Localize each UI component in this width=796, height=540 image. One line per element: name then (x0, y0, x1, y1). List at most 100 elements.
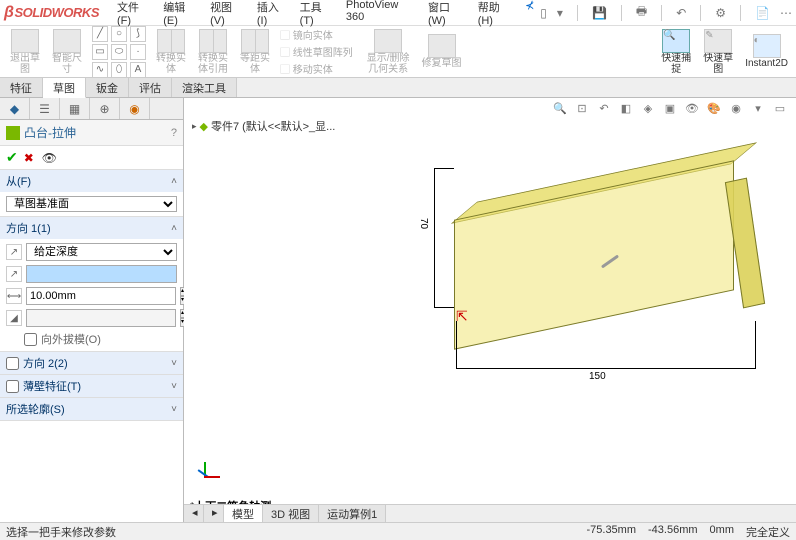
direction-vector-icon[interactable]: ↗ (6, 266, 22, 282)
breadcrumb[interactable]: ▸ ◆ 零件7 (默认<<默认>_显... (192, 118, 335, 134)
slot-icon[interactable]: ⬭ (111, 44, 127, 60)
display-style-icon[interactable]: ▣ (662, 100, 678, 116)
zoom-fit-icon[interactable]: 🔍 (552, 100, 568, 116)
tab-scroll-left-icon[interactable]: ◂ (184, 505, 204, 522)
tab-features[interactable]: 特征 (0, 78, 43, 97)
pm-tab-display-icon[interactable]: ▦ (60, 98, 90, 119)
dimension-vertical[interactable] (434, 168, 435, 308)
distance-icon[interactable]: ⟷ (6, 288, 22, 304)
menu-insert[interactable]: 插入(I) (257, 0, 288, 27)
part-name[interactable]: 零件7 (211, 118, 239, 134)
more-icon[interactable]: ⋯ (780, 6, 792, 20)
appearance-icon[interactable]: 🎨 (706, 100, 722, 116)
rebuild-icon[interactable]: 📄 (755, 6, 770, 20)
menu-pin-icon[interactable]: ⊀ (525, 0, 534, 27)
tab-sheetmetal[interactable]: 钣金 (86, 78, 129, 97)
draft-outward-label: 向外拔模(O) (41, 331, 101, 347)
pm-thin-header[interactable]: 薄壁特征(T)˅ (0, 375, 183, 397)
reverse-direction-icon[interactable]: ↗ (6, 244, 22, 260)
dir1-type-select[interactable]: 给定深度 (26, 243, 177, 261)
tab-motion[interactable]: 运动算例1 (319, 505, 386, 522)
menu-help[interactable]: 帮助(H) (478, 0, 513, 27)
ribbon-quick-sketch[interactable]: ✎ 快速草图 (703, 29, 733, 75)
ok-button[interactable]: ✔ (6, 149, 18, 166)
new-icon[interactable]: ▯ (540, 6, 547, 20)
dir1-distance-input[interactable] (26, 287, 176, 305)
zoom-area-icon[interactable]: ⊡ (574, 100, 590, 116)
from-select[interactable]: 草图基准面 (6, 196, 177, 212)
orientation-triad[interactable] (192, 462, 222, 492)
ribbon-mirror[interactable]: 镜向实体 (280, 27, 353, 42)
menu-file[interactable]: 文件(F) (117, 0, 151, 27)
menu-view[interactable]: 视图(V) (210, 0, 245, 27)
ribbon-offset[interactable]: 等距实体 (240, 29, 270, 75)
pm-tab-appearance-icon[interactable]: ⊕ (90, 98, 120, 119)
pm-tab-config-icon[interactable]: ☰ (30, 98, 60, 119)
tab-scroll-right-icon[interactable]: ▸ (204, 505, 224, 522)
thin-enable-checkbox[interactable] (6, 380, 19, 393)
dir1-depth-input[interactable] (26, 265, 177, 283)
ribbon-quick-snap[interactable]: 🔍 快速捕捉 (661, 29, 691, 75)
menu-photoview[interactable]: PhotoView 360 (346, 0, 416, 27)
rect-icon[interactable]: ▭ (92, 44, 108, 60)
prev-view-icon[interactable]: ↶ (596, 100, 612, 116)
ribbon-instant2d[interactable]: ◐ Instant2D (745, 34, 788, 69)
tab-3dview[interactable]: 3D 视图 (263, 505, 319, 522)
tab-evaluate[interactable]: 评估 (129, 78, 172, 97)
cancel-button[interactable]: ✖ (24, 151, 34, 165)
tab-model[interactable]: 模型 (224, 505, 263, 522)
help-icon[interactable]: ? (171, 127, 177, 139)
dim-height-value[interactable]: 70 (418, 218, 429, 229)
ribbon-convert1[interactable]: 转换实体 (156, 29, 186, 75)
expand-icon[interactable]: ▸ (192, 121, 197, 132)
pm-from-header[interactable]: 从(F)˄ (0, 170, 183, 192)
text-icon[interactable]: A (130, 62, 146, 78)
print-icon[interactable]: 🖶 (636, 2, 647, 23)
ribbon-pattern[interactable]: 线性草图阵列 (280, 44, 353, 59)
view-settings-icon[interactable]: ▾ (750, 100, 766, 116)
open-icon[interactable]: ▾ (557, 6, 563, 20)
draft-angle-input[interactable] (26, 309, 176, 327)
tab-render[interactable]: 渲染工具 (172, 78, 237, 97)
line-icon[interactable]: ╱ (92, 26, 108, 42)
dimension-horizontal[interactable] (456, 368, 756, 369)
ribbon-repair[interactable]: 修复草图 (422, 34, 462, 69)
preview-button[interactable]: 👁 (42, 151, 57, 165)
menu-tools[interactable]: 工具(T) (300, 0, 334, 27)
section-view-icon[interactable]: ◧ (618, 100, 634, 116)
view-orient-icon[interactable]: ◈ (640, 100, 656, 116)
graphics-area[interactable]: 🔍 ⊡ ↶ ◧ ◈ ▣ 👁 🎨 ◉ ▾ ▭ ▸ ◆ 零件7 (默认<<默认>_显… (184, 98, 796, 522)
pm-tab-render-icon[interactable]: ◉ (120, 98, 150, 119)
ribbon: 退出草图 智能尺寸 ╱○⟆ ▭⬭· ∿⬯A 转换实体 转换实体引用 等距实体 镜… (0, 26, 796, 78)
circle-icon[interactable]: ○ (111, 26, 127, 42)
dim-width-value[interactable]: 150 (589, 371, 606, 382)
draft-icon[interactable]: ◢ (6, 310, 22, 326)
dir2-enable-checkbox[interactable] (6, 357, 19, 370)
pm-tab-feature-icon[interactable]: ◆ (0, 98, 30, 119)
ribbon-move[interactable]: 移动实体 (280, 61, 353, 76)
ribbon-smart-dim[interactable]: 智能尺寸 (52, 29, 82, 75)
pm-dir1-header[interactable]: 方向 1(1)˄ (0, 217, 183, 239)
pm-dir2-header[interactable]: 方向 2(2)˅ (0, 352, 183, 374)
pm-contours-header[interactable]: 所选轮廓(S)˅ (0, 398, 183, 420)
spline-icon[interactable]: ∿ (92, 62, 108, 78)
options-icon[interactable]: ⚙ (715, 6, 726, 20)
draft-outward-checkbox[interactable] (24, 333, 37, 346)
render-icon[interactable]: ▭ (772, 100, 788, 116)
ribbon-relations[interactable]: 显示/删除几何关系 (367, 29, 410, 75)
tab-sketch[interactable]: 草图 (43, 78, 86, 98)
menu-window[interactable]: 窗口(W) (428, 0, 466, 27)
extrude-preview-block[interactable] (454, 178, 754, 328)
ribbon-exit-sketch[interactable]: 退出草图 (10, 29, 40, 75)
hide-show-icon[interactable]: 👁 (684, 100, 700, 116)
ellipse-icon[interactable]: ⬯ (111, 62, 127, 78)
origin-icon[interactable]: ⇱ (456, 308, 468, 325)
menu-edit[interactable]: 编辑(E) (163, 0, 198, 27)
property-manager: ◆ ☰ ▦ ⊕ ◉ 凸台-拉伸 ? ✔ ✖ 👁 从(F)˄ 草图基准面 方向 1… (0, 98, 184, 522)
save-icon[interactable]: 💾 (592, 6, 607, 20)
point-icon[interactable]: · (130, 44, 146, 60)
arc-icon[interactable]: ⟆ (130, 26, 146, 42)
ribbon-convert-ref[interactable]: 转换实体引用 (198, 29, 228, 75)
undo-icon[interactable]: ↶ (676, 6, 686, 20)
scene-icon[interactable]: ◉ (728, 100, 744, 116)
